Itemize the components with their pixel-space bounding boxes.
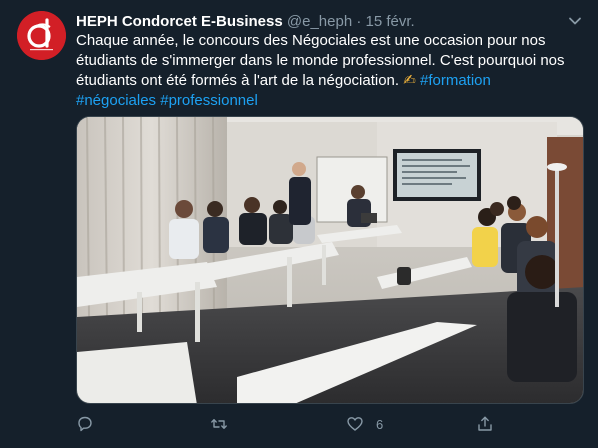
classroom-photo [77, 117, 583, 403]
user-handle[interactable]: @e_heph [287, 13, 352, 30]
tweet-text-line: Chaque année, le concours des Négociales… [76, 32, 546, 49]
hashtag-link[interactable]: #professionnel [160, 92, 258, 109]
display-name[interactable]: HEPH Condorcet E-Business [76, 13, 283, 30]
tweet-actions: 6 [76, 412, 496, 436]
tweet-text-line: étudiants de s'immerger dans le monde pr… [76, 52, 565, 69]
like-button[interactable]: 6 [346, 412, 383, 436]
reply-button[interactable] [76, 412, 94, 436]
hashtag-link[interactable]: #formation [420, 72, 491, 89]
like-count: 6 [376, 416, 384, 432]
chevron-down-icon[interactable] [566, 12, 584, 30]
tweet[interactable]: HEPH Condorcet E-Business @e_heph · 15 f… [0, 0, 598, 448]
share-button[interactable] [476, 412, 494, 436]
heph-logo-icon [17, 11, 66, 60]
tweet-date[interactable]: 15 févr. [366, 13, 415, 30]
tweet-text-line: étudiants ont été formés à l'art de la n… [76, 72, 404, 89]
writing-hand-emoji: ✍ [403, 72, 416, 89]
tweet-photo[interactable] [76, 116, 584, 404]
tweet-header: HEPH Condorcet E-Business @e_heph · 15 f… [76, 12, 556, 32]
tweet-text: Chaque année, le concours des Négociales… [76, 31, 576, 111]
share-icon [478, 416, 492, 431]
reply-icon [78, 416, 92, 432]
retweet-button[interactable] [210, 412, 228, 436]
retweet-icon [211, 419, 227, 429]
hashtag-link[interactable]: #négociales [76, 92, 156, 109]
heart-icon [347, 417, 363, 431]
separator-dot: · [356, 13, 362, 30]
avatar[interactable] [17, 11, 66, 60]
